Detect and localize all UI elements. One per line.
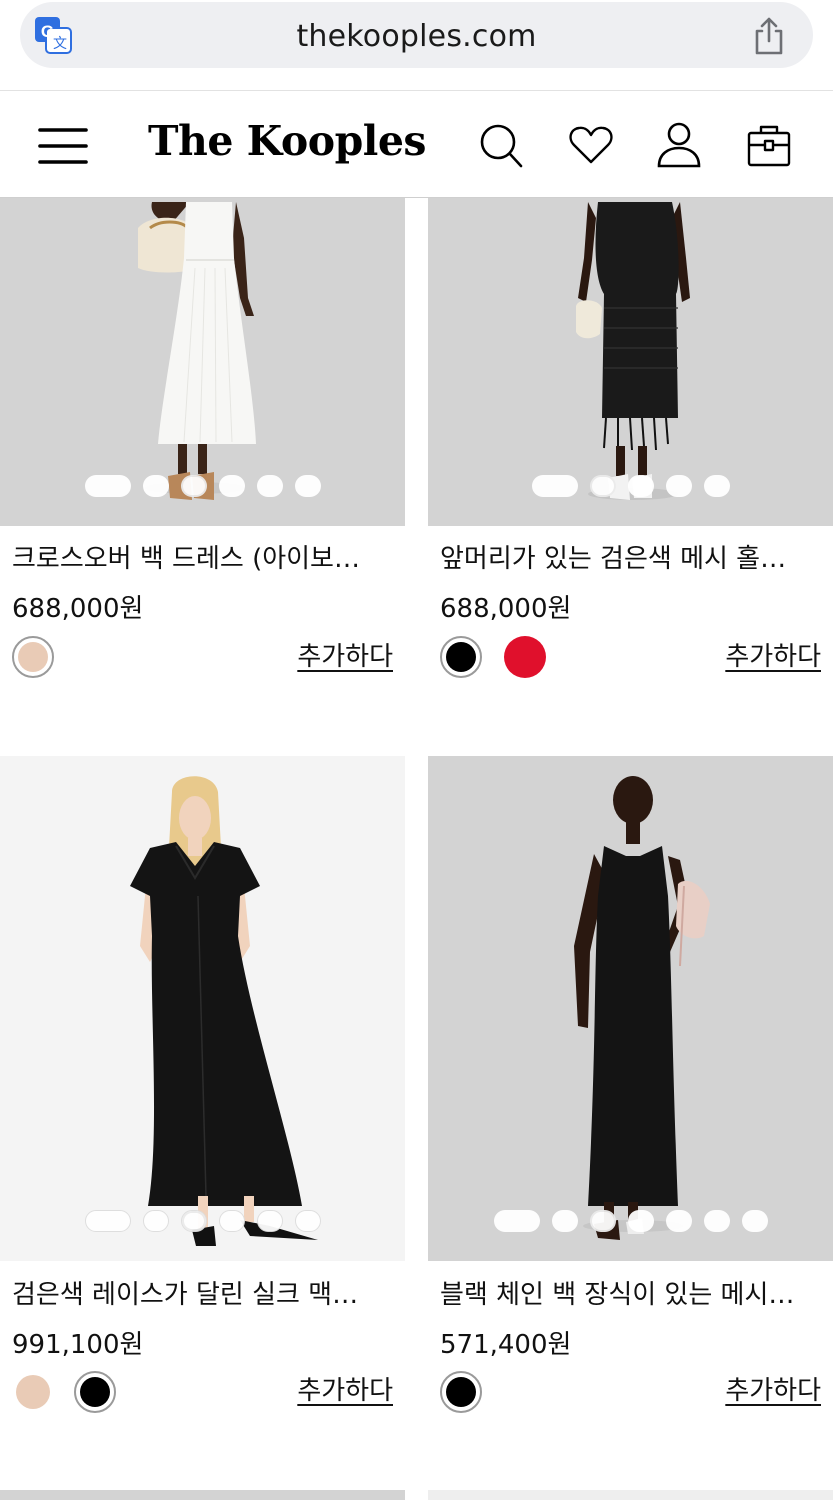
carousel-dot[interactable] [531, 475, 578, 497]
image-carousel-dots [428, 1210, 833, 1232]
color-swatch-black[interactable] [74, 1371, 116, 1413]
product-price: 688,000원 [12, 594, 144, 624]
carousel-dot[interactable] [142, 1210, 169, 1232]
product-image[interactable] [428, 198, 833, 526]
carousel-dot[interactable] [142, 475, 169, 497]
carousel-dot[interactable] [665, 1210, 692, 1232]
carousel-dot[interactable] [294, 475, 321, 497]
address-bar[interactable]: G 文 thekooples.com [20, 2, 813, 68]
carousel-dot-active[interactable] [589, 475, 616, 497]
product-name[interactable]: 앞머리가 있는 검은색 메시 홀… [440, 538, 820, 575]
add-to-cart-link[interactable]: 추가하다 [297, 636, 393, 673]
next-product-image-edge [428, 1490, 833, 1500]
carousel-dot-active[interactable] [180, 475, 207, 497]
product-card[interactable]: 검은색 레이스가 달린 실크 맥… 991,100원 추가하다 [0, 756, 405, 1456]
product-price: 571,400원 [440, 1330, 572, 1360]
color-swatch-beige[interactable] [12, 636, 54, 678]
color-swatch-red[interactable] [504, 636, 546, 678]
carousel-dot[interactable] [703, 1210, 730, 1232]
color-swatch-beige[interactable] [16, 1375, 50, 1409]
account-icon[interactable] [656, 121, 702, 169]
carousel-dot[interactable] [294, 1210, 321, 1232]
next-product-image-edge [0, 1490, 405, 1500]
carousel-dot[interactable] [665, 475, 692, 497]
product-image[interactable] [428, 756, 833, 1261]
color-swatch-black[interactable] [440, 1371, 482, 1413]
heart-icon[interactable] [568, 121, 614, 169]
brand-logo[interactable]: The Kooples [148, 117, 427, 165]
carousel-dot[interactable] [627, 475, 654, 497]
product-image[interactable] [0, 756, 405, 1261]
add-to-cart-link[interactable]: 추가하다 [725, 636, 821, 673]
image-carousel-dots [0, 1210, 405, 1232]
browser-toolbar: G 文 thekooples.com [0, 0, 833, 90]
carousel-dot[interactable] [84, 1210, 131, 1232]
product-name[interactable]: 검은색 레이스가 달린 실크 맥… [12, 1274, 392, 1311]
image-carousel-dots [428, 475, 833, 497]
product-photo [130, 776, 318, 1246]
carousel-dot-active[interactable] [180, 1210, 207, 1232]
carousel-dot[interactable] [551, 1210, 578, 1232]
url-text: thekooples.com [296, 19, 537, 54]
carousel-dot[interactable] [218, 475, 245, 497]
color-swatch-black[interactable] [440, 636, 482, 678]
product-price: 991,100원 [12, 1330, 144, 1360]
carousel-dot-active[interactable] [589, 1210, 616, 1232]
image-carousel-dots [0, 475, 405, 497]
share-icon[interactable] [751, 16, 787, 56]
carousel-dot[interactable] [493, 1210, 540, 1232]
product-card[interactable]: 앞머리가 있는 검은색 메시 홀… 688,000원 추가하다 [428, 198, 833, 718]
site-header: The Kooples [0, 90, 833, 198]
product-name[interactable]: 크로스오버 백 드레스 (아이보… [12, 538, 392, 575]
product-price: 688,000원 [440, 594, 572, 624]
carousel-dot[interactable] [256, 1210, 283, 1232]
add-to-cart-link[interactable]: 추가하다 [297, 1370, 393, 1407]
product-name[interactable]: 블랙 체인 백 장식이 있는 메시… [440, 1274, 820, 1311]
carousel-dot[interactable] [84, 475, 131, 497]
product-card[interactable]: 블랙 체인 백 장식이 있는 메시… 571,400원 추가하다 [428, 756, 833, 1456]
product-image[interactable] [0, 198, 405, 526]
carousel-dot[interactable] [741, 1210, 768, 1232]
carousel-dot[interactable] [627, 1210, 654, 1232]
carousel-dot[interactable] [703, 475, 730, 497]
bag-icon[interactable] [746, 121, 792, 169]
search-icon[interactable] [478, 121, 524, 169]
carousel-dot[interactable] [256, 475, 283, 497]
product-card[interactable]: 크로스오버 백 드레스 (아이보… 688,000원 추가하다 [0, 198, 405, 718]
product-photo [574, 776, 710, 1240]
menu-icon[interactable] [38, 127, 88, 165]
add-to-cart-link[interactable]: 추가하다 [725, 1370, 821, 1407]
carousel-dot[interactable] [218, 1210, 245, 1232]
